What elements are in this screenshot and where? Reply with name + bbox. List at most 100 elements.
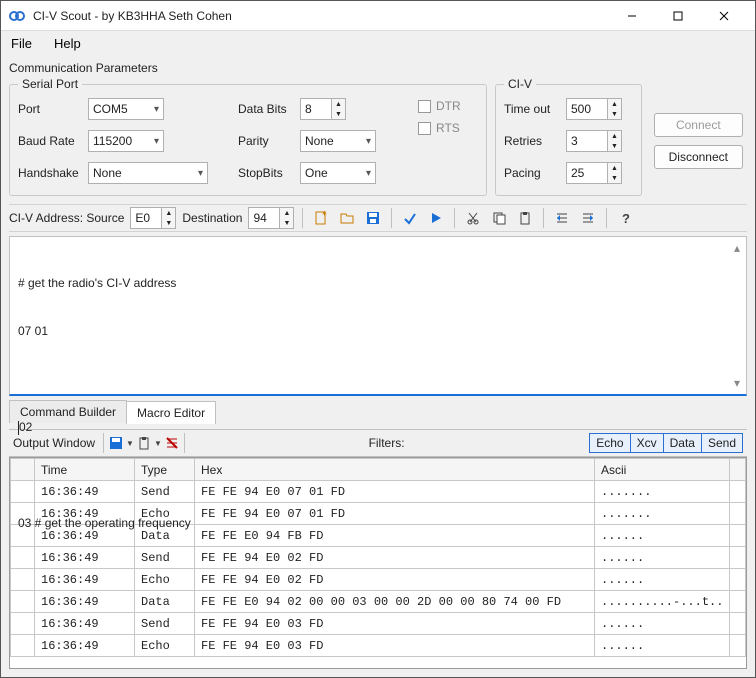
table-row[interactable]: 16:36:49DataFE FE E0 94 02 00 00 03 00 0… [11, 591, 746, 613]
table-row[interactable]: 16:36:49EchoFE FE 94 E0 03 FD...... [11, 635, 746, 657]
editor-empty-line [18, 467, 738, 483]
cell-time: 16:36:49 [35, 569, 135, 591]
check-icon[interactable] [400, 208, 420, 228]
maximize-button[interactable] [655, 1, 701, 31]
source-addr-spin[interactable]: E0▲▼ [130, 207, 176, 229]
macro-editor-area[interactable]: # get the radio's CI-V address 07 01 02 … [9, 236, 747, 396]
source-label: CI-V Address: Source [9, 211, 124, 225]
minimize-button[interactable] [609, 1, 655, 31]
handshake-value: None [93, 166, 122, 180]
spin-down-icon[interactable]: ▼ [608, 109, 621, 119]
client-area: Communication Parameters Serial Port Por… [1, 55, 755, 677]
baud-label: Baud Rate [18, 134, 82, 148]
new-file-icon[interactable]: ✶ [311, 208, 331, 228]
timeout-spin[interactable]: 500▲▼ [566, 98, 622, 120]
editor-line: # get the radio's CI-V address [18, 275, 738, 291]
disconnect-button[interactable]: Disconnect [654, 145, 743, 169]
cell-type: Echo [135, 635, 195, 657]
cell-time: 16:36:49 [35, 591, 135, 613]
retries-spin[interactable]: 3▲▼ [566, 130, 622, 152]
cell-ascii: ...... [595, 635, 730, 657]
svg-text:?: ? [622, 211, 630, 226]
comm-params-row: Serial Port Port COM5▾ Baud Rate [9, 77, 747, 196]
connect-button[interactable]: Connect [654, 113, 743, 137]
retries-label: Retries [504, 134, 560, 148]
scroll-up-icon[interactable]: ▴ [734, 241, 740, 255]
editor-empty-line [18, 371, 738, 387]
dest-addr-spin[interactable]: 94▲▼ [248, 207, 294, 229]
paste-icon[interactable] [515, 208, 535, 228]
menu-help[interactable]: Help [54, 36, 81, 51]
chevron-down-icon: ▾ [366, 168, 371, 179]
editor-toolbar: CI-V Address: Source E0▲▼ Destination 94… [9, 204, 747, 232]
civ-group: CI-V Time out 500▲▼ Retries 3▲▼ Pacing 2… [495, 77, 642, 196]
checkbox-box [418, 100, 431, 113]
databits-value: 8 [301, 99, 331, 119]
spin-up-icon[interactable]: ▲ [332, 99, 345, 109]
cut-icon[interactable] [463, 208, 483, 228]
table-row[interactable]: 16:36:49EchoFE FE 94 E0 02 FD...... [11, 569, 746, 591]
cell-type: Echo [135, 569, 195, 591]
rts-checkbox[interactable]: RTS [418, 121, 478, 135]
cell-hex: FE FE 94 E0 02 FD [195, 569, 595, 591]
baud-select[interactable]: 115200▾ [88, 130, 164, 152]
app-window: CI-V Scout - by KB3HHA Seth Cohen File H… [0, 0, 756, 678]
open-file-icon[interactable] [337, 208, 357, 228]
cell-type: Send [135, 613, 195, 635]
indent-left-icon[interactable] [552, 208, 572, 228]
toolbar-separator [302, 208, 303, 228]
save-icon[interactable] [363, 208, 383, 228]
cell-type: Data [135, 591, 195, 613]
pacing-value: 25 [567, 163, 607, 183]
toolbar-separator [391, 208, 392, 228]
indent-right-icon[interactable] [578, 208, 598, 228]
toolbar-separator [454, 208, 455, 228]
databits-label: Data Bits [238, 102, 294, 116]
cell-gutter [730, 569, 746, 591]
window-title: CI-V Scout - by KB3HHA Seth Cohen [33, 9, 609, 23]
spin-down-icon[interactable]: ▼ [280, 218, 293, 228]
spin-up-icon[interactable]: ▲ [608, 163, 621, 173]
spin-up-icon[interactable]: ▲ [280, 208, 293, 218]
scroll-down-icon[interactable]: ▾ [734, 376, 740, 390]
comm-params-label: Communication Parameters [9, 61, 747, 75]
port-select[interactable]: COM5▾ [88, 98, 164, 120]
spin-up-icon[interactable]: ▲ [608, 99, 621, 109]
dtr-checkbox[interactable]: DTR [418, 99, 478, 113]
close-button[interactable] [701, 1, 747, 31]
pacing-label: Pacing [504, 166, 560, 180]
row-marker [11, 591, 35, 613]
timeout-label: Time out [504, 102, 560, 116]
databits-spin[interactable]: 8 ▲▼ [300, 98, 346, 120]
cell-hex: FE FE 94 E0 03 FD [195, 635, 595, 657]
stopbits-select[interactable]: One▾ [300, 162, 376, 184]
dest-label: Destination [182, 211, 242, 225]
spin-down-icon[interactable]: ▼ [332, 109, 345, 119]
spin-down-icon[interactable]: ▼ [608, 173, 621, 183]
row-marker [11, 613, 35, 635]
parity-label: Parity [238, 134, 294, 148]
menu-file[interactable]: File [11, 36, 32, 51]
cell-gutter [730, 635, 746, 657]
chevron-down-icon: ▾ [154, 136, 159, 147]
tab-macro-editor[interactable]: Macro Editor [126, 401, 216, 424]
serial-port-group: Serial Port Port COM5▾ Baud Rate [9, 77, 487, 196]
editor-content[interactable]: # get the radio's CI-V address 07 01 02 … [10, 237, 746, 569]
parity-select[interactable]: None▾ [300, 130, 376, 152]
toolbar-separator [543, 208, 544, 228]
handshake-select[interactable]: None ▾ [88, 162, 208, 184]
spin-up-icon[interactable]: ▲ [608, 131, 621, 141]
cell-gutter [730, 591, 746, 613]
stopbits-label: StopBits [238, 166, 294, 180]
row-marker [11, 635, 35, 657]
help-icon[interactable]: ? [615, 208, 635, 228]
chevron-down-icon: ▾ [366, 136, 371, 147]
copy-icon[interactable] [489, 208, 509, 228]
play-icon[interactable] [426, 208, 446, 228]
spin-down-icon[interactable]: ▼ [162, 218, 175, 228]
table-row[interactable]: 16:36:49SendFE FE 94 E0 03 FD...... [11, 613, 746, 635]
pacing-spin[interactable]: 25▲▼ [566, 162, 622, 184]
spin-down-icon[interactable]: ▼ [608, 141, 621, 151]
chevron-down-icon: ▾ [198, 168, 203, 179]
spin-up-icon[interactable]: ▲ [162, 208, 175, 218]
